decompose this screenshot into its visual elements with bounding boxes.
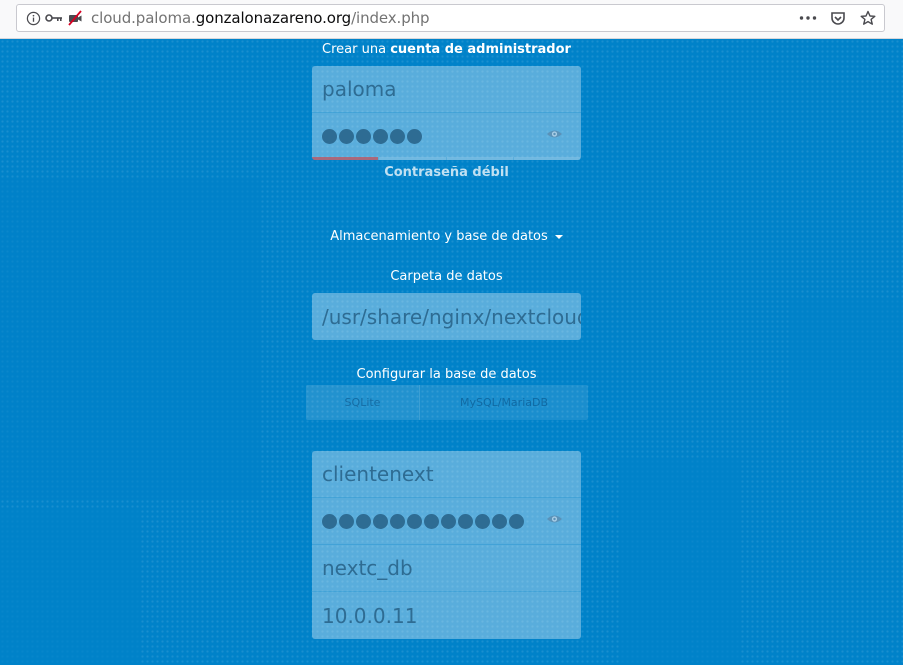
db-option-sqlite[interactable]: SQLite [306, 385, 420, 420]
admin-password-dots [322, 129, 422, 144]
admin-heading: Crear una cuenta de administrador [322, 42, 571, 57]
password-dot [322, 129, 337, 144]
data-folder-value: /usr/share/nginx/nextcloud [322, 304, 581, 329]
db-name-value: nextc_db [322, 556, 413, 580]
address-bar[interactable]: cloud.paloma.gonzalonazareno.org/index.p… [16, 4, 885, 32]
db-host-value: 10.0.0.11 [322, 603, 418, 628]
password-dot [407, 513, 422, 529]
password-dot [373, 129, 388, 144]
password-dot [407, 129, 422, 144]
password-dot [373, 513, 388, 529]
admin-password-field[interactable] [312, 113, 581, 160]
password-dot [390, 513, 405, 529]
info-icon[interactable] [25, 10, 41, 26]
camera-blocked-icon[interactable] [67, 10, 83, 26]
db-host-field[interactable]: 10.0.0.11 [312, 592, 581, 639]
password-dot [424, 513, 439, 529]
install-form: Crear una cuenta de administrador paloma… [0, 39, 903, 665]
password-dot [339, 129, 354, 144]
password-strength-meter [312, 157, 581, 160]
data-folder-group: /usr/share/nginx/nextcloud [312, 293, 581, 340]
password-dot [441, 513, 456, 529]
show-password-eye-icon[interactable] [546, 128, 563, 140]
db-user-field[interactable]: clientenext [312, 451, 581, 498]
password-dot [458, 513, 473, 529]
password-dot [492, 513, 507, 529]
password-dot [322, 513, 337, 529]
bookmark-star-icon[interactable] [858, 10, 878, 26]
password-dot [509, 513, 524, 529]
data-folder-field[interactable]: /usr/share/nginx/nextcloud [312, 293, 581, 340]
password-dot [356, 129, 371, 144]
admin-credentials-group: paloma [312, 66, 581, 160]
password-strength-label: Contraseña débil [384, 165, 509, 180]
password-dot [390, 129, 405, 144]
db-password-dots [322, 513, 524, 529]
data-folder-label: Carpeta de datos [390, 269, 503, 284]
show-db-password-eye-icon[interactable] [546, 513, 563, 525]
password-dot [339, 513, 354, 529]
password-dot [475, 513, 490, 529]
admin-username-value: paloma [322, 77, 397, 101]
browser-toolbar: cloud.paloma.gonzalonazareno.org/index.p… [0, 0, 903, 39]
db-password-field[interactable] [312, 498, 581, 545]
db-name-field[interactable]: nextc_db [312, 545, 581, 592]
db-config-heading: Configurar la base de datos [356, 367, 537, 382]
pocket-icon[interactable] [828, 10, 848, 26]
db-option-mysql[interactable]: MySQL/MariaDB [420, 385, 588, 420]
db-credentials-group: clientenext nextc_db 10.0.0.11 [312, 451, 581, 639]
password-dot [356, 513, 371, 529]
url-text: cloud.paloma.gonzalonazareno.org/index.p… [91, 9, 430, 27]
page-actions-icon[interactable] [798, 10, 818, 26]
storage-db-toggle[interactable]: Almacenamiento y base de datos [0, 229, 893, 244]
key-icon[interactable] [45, 10, 63, 26]
admin-username-field[interactable]: paloma [312, 66, 581, 113]
db-type-selector: SQLite MySQL/MariaDB [306, 385, 588, 420]
caret-down-icon [554, 234, 563, 239]
db-user-value: clientenext [322, 462, 434, 486]
